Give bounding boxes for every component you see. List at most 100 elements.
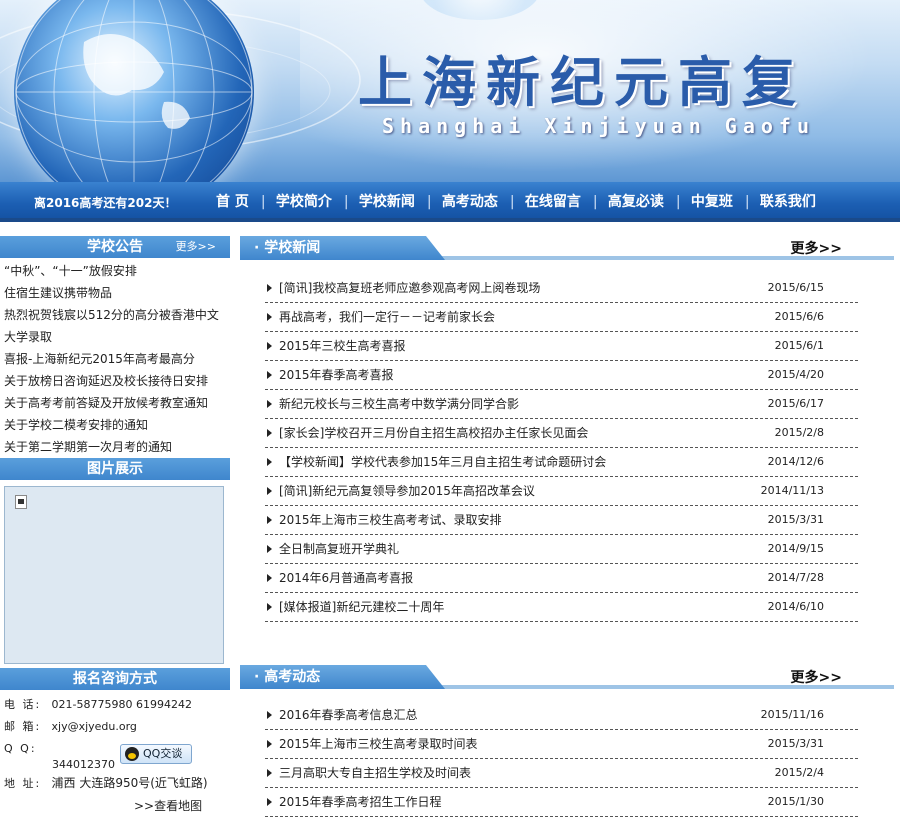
bullet-arrow-icon (267, 487, 272, 495)
news-row[interactable]: [家长会]学校召开三月份自主招生高校招办主任家长见面会 2015/2/8 (265, 419, 858, 448)
news-row[interactable]: 2015年上海市三校生高考录取时间表 2015/3/31 (265, 730, 858, 759)
news-title[interactable]: 2015年三校生高考喜报 (279, 332, 406, 360)
contact-title: 报名咨询方式 (73, 671, 157, 687)
email-value[interactable]: xjy@xjyedu.org (52, 720, 137, 733)
bullet-arrow-icon (267, 798, 272, 806)
nav-menu: 首 页 | 学校简介 | 学校新闻 | 高考动态 | 在线留言 | 高复必读 |… (204, 192, 828, 212)
news-row[interactable]: [媒体报道]新纪元建校二十周年 2014/6/10 (265, 593, 858, 622)
school-news-list: [简讯]我校高复班老师应邀参观高考网上阅卷现场 2015/6/15 再战高考，我们… (265, 274, 858, 622)
notice-item[interactable]: 关于学校二模考安排的通知 (0, 414, 230, 436)
news-title[interactable]: 全日制高复班开学典礼 (279, 535, 399, 563)
phone-label: 电 话: (4, 698, 42, 711)
news-title[interactable]: 新纪元校长与三校生高考中数学满分同学合影 (279, 390, 519, 418)
news-title[interactable]: [简讯]我校高复班老师应邀参观高考网上阅卷现场 (279, 274, 540, 302)
bullet-arrow-icon (267, 545, 272, 553)
qq-label: Q Q: (4, 742, 37, 755)
view-map-link[interactable]: >>查看地图 (4, 795, 230, 817)
news-title[interactable]: 【学校新闻】学校代表参加15年三月自主招生考试命题研讨会 (279, 448, 606, 476)
exam-countdown: 离2016高考还有202天！ (34, 196, 177, 210)
news-date: 2014/9/15 (767, 542, 824, 555)
news-title[interactable]: 2015年上海市三校生高考录取时间表 (279, 730, 478, 758)
bullet-arrow-icon (267, 574, 272, 582)
news-row[interactable]: 2015年上海市三校生高考考试、录取安排 2015/3/31 (265, 506, 858, 535)
notice-title: 学校公告 (87, 239, 143, 255)
nav-item-home[interactable]: 首 页 (204, 192, 261, 212)
news-title[interactable]: 2015年春季高考喜报 (279, 361, 394, 389)
address-value: 浦西 大连路950号(近飞虹路) (51, 776, 208, 790)
bullet-arrow-icon (267, 342, 272, 350)
address-label: 地 址: (4, 777, 42, 790)
exam-news-header: · 高考动态 更多>> (240, 665, 894, 689)
news-row[interactable]: 2015年春季高考喜报 2015/4/20 (265, 361, 858, 390)
news-row[interactable]: 2016年春季高考信息汇总 2015/11/16 (265, 701, 858, 730)
qq-penguin-icon (125, 747, 139, 761)
news-row[interactable]: 2014年6月普通高考喜报 2014/7/28 (265, 564, 858, 593)
bullet-arrow-icon (267, 516, 272, 524)
contact-email-row: 邮 箱: xjy@xjyedu.org (4, 716, 230, 738)
school-news-section: · 学校新闻 更多>> [简讯]我校高复班老师应邀参观高考网上阅卷现场 2015/… (240, 236, 894, 622)
exam-news-section: · 高考动态 更多>> 2016年春季高考信息汇总 2015/11/16 2015… (240, 665, 894, 817)
nav-item-must-read[interactable]: 高复必读 (596, 192, 676, 212)
news-title[interactable]: 2016年春季高考信息汇总 (279, 701, 418, 729)
nav-item-message[interactable]: 在线留言 (513, 192, 593, 212)
notice-list: “中秋”、“十一”放假安排 住宿生建议携带物品 热烈祝贺钱宸以512分的高分被香… (0, 258, 230, 458)
bullet-arrow-icon (267, 711, 272, 719)
qq-chat-label: QQ交谈 (143, 747, 183, 760)
notice-item[interactable]: 关于第二学期第一次月考的通知 (0, 436, 230, 458)
news-title[interactable]: [媒体报道]新纪元建校二十周年 (279, 593, 444, 621)
email-label: 邮 箱: (4, 720, 42, 733)
news-title[interactable]: 2014年6月普通高考喜报 (279, 564, 413, 592)
nav-item-middle-class[interactable]: 中复班 (679, 192, 745, 212)
notice-item[interactable]: 关于放榜日咨询延迟及校长接待日安排 (0, 370, 230, 392)
nav-item-about[interactable]: 学校简介 (264, 192, 344, 212)
news-row[interactable]: [简讯]我校高复班老师应邀参观高考网上阅卷现场 2015/6/15 (265, 274, 858, 303)
news-row[interactable]: 三月高职大专自主招生学校及时间表 2015/2/4 (265, 759, 858, 788)
news-date: 2015/1/30 (767, 795, 824, 808)
news-row[interactable]: 2015年春季高考招生工作日程 2015/1/30 (265, 788, 858, 817)
school-news-header: · 学校新闻 更多>> (240, 236, 894, 260)
news-date: 2015/4/20 (767, 368, 824, 381)
site-title-cn: 上海新纪元高复 (358, 50, 806, 114)
news-date: 2014/7/28 (767, 571, 824, 584)
news-row[interactable]: [简讯]新纪元高复领导参加2015年高招改革会议 2014/11/13 (265, 477, 858, 506)
notice-item[interactable]: 热烈祝贺钱宸以512分的高分被香港中文 (0, 304, 230, 326)
notice-item[interactable]: “中秋”、“十一”放假安排 (0, 260, 230, 282)
news-title[interactable]: [简讯]新纪元高复领导参加2015年高招改革会议 (279, 477, 535, 505)
qq-chat-button[interactable]: QQ交谈 (120, 744, 192, 764)
bullet-arrow-icon (267, 284, 272, 292)
site-title-en: Shanghai Xinjiyuan Gaofu (382, 114, 815, 138)
news-row[interactable]: 2015年三校生高考喜报 2015/6/1 (265, 332, 858, 361)
notice-more-link[interactable]: 更多>> (176, 236, 216, 258)
news-title[interactable]: 三月高职大专自主招生学校及时间表 (279, 759, 471, 787)
bullet-arrow-icon (267, 603, 272, 611)
news-date: 2014/11/13 (760, 484, 824, 497)
news-title[interactable]: 再战高考，我们一定行－－记考前家长会 (279, 303, 495, 331)
bullet-arrow-icon (267, 371, 272, 379)
news-row[interactable]: 【学校新闻】学校代表参加15年三月自主招生考试命题研讨会 2014/12/6 (265, 448, 858, 477)
pictures-area (0, 480, 230, 668)
notice-item[interactable]: 喜报-上海新纪元2015年高考最高分 (0, 348, 230, 370)
news-date: 2015/3/31 (767, 737, 824, 750)
bullet-arrow-icon (267, 429, 272, 437)
news-row[interactable]: 全日制高复班开学典礼 2014/9/15 (265, 535, 858, 564)
news-title[interactable]: [家长会]学校召开三月份自主招生高校招办主任家长见面会 (279, 419, 588, 447)
news-date: 2015/6/1 (774, 339, 824, 352)
news-row[interactable]: 再战高考，我们一定行－－记考前家长会 2015/6/6 (265, 303, 858, 332)
school-news-title: · 学校新闻 (240, 236, 445, 260)
nav-item-exam-news[interactable]: 高考动态 (430, 192, 510, 212)
nav-item-contact[interactable]: 联系我们 (748, 192, 828, 212)
nav-item-school-news[interactable]: 学校新闻 (347, 192, 427, 212)
news-row[interactable]: 新纪元校长与三校生高考中数学满分同学合影 2015/6/17 (265, 390, 858, 419)
pictures-header: 图片展示 (0, 458, 230, 480)
news-date: 2015/6/6 (774, 310, 824, 323)
notice-item[interactable]: 住宿生建议携带物品 (0, 282, 230, 304)
notice-item[interactable]: 大学录取 (0, 326, 230, 348)
exam-news-more-link[interactable]: 更多>> (791, 667, 842, 687)
news-title[interactable]: 2015年上海市三校生高考考试、录取安排 (279, 506, 502, 534)
picture-slideshow[interactable] (4, 486, 224, 664)
header-banner: 上海新纪元高复 Shanghai Xinjiyuan Gaofu (0, 0, 900, 182)
notice-item[interactable]: 关于高考考前答疑及开放候考教室通知 (0, 392, 230, 414)
news-title[interactable]: 2015年春季高考招生工作日程 (279, 788, 442, 816)
school-news-more-link[interactable]: 更多>> (791, 238, 842, 258)
news-date: 2014/12/6 (767, 455, 824, 468)
